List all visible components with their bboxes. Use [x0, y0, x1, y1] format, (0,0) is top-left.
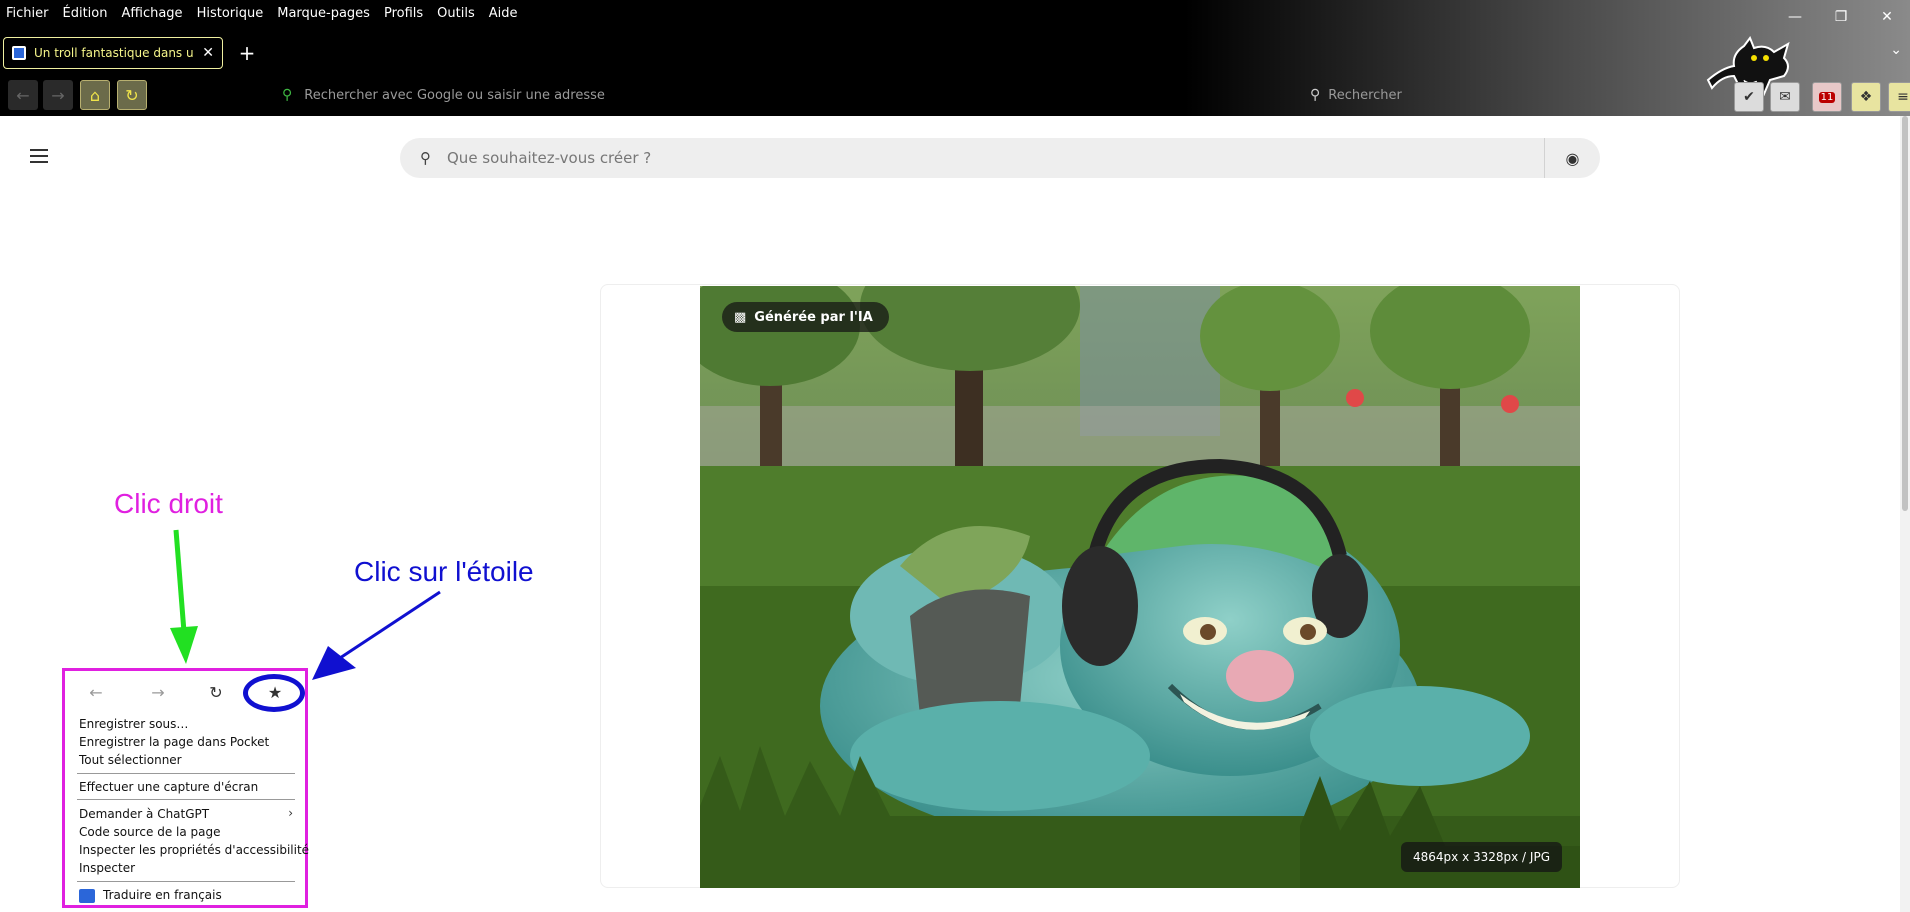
- forward-button[interactable]: →: [43, 80, 73, 110]
- extension-ublock-icon[interactable]: 11: [1812, 82, 1842, 112]
- browser-chrome: Fichier Édition Affichage Historique Mar…: [0, 0, 1910, 116]
- ctx-save-pocket[interactable]: Enregistrer la page dans Pocket: [79, 735, 269, 749]
- search-icon: ⚲: [1310, 87, 1321, 103]
- menu-outils[interactable]: Outils: [437, 6, 475, 21]
- minimize-button[interactable]: —: [1772, 0, 1818, 34]
- window-controls: — ❐ ✕: [1772, 0, 1910, 34]
- page-scrollbar[interactable]: [1900, 116, 1910, 912]
- page-search-placeholder: Que souhaitez-vous créer ?: [447, 149, 652, 167]
- ai-badge-label: Générée par l'IA: [754, 309, 873, 325]
- ai-generated-badge: ▩ Générée par l'IA: [722, 302, 889, 332]
- list-all-tabs-button[interactable]: ⌄: [1890, 42, 1902, 58]
- menu-marque-pages[interactable]: Marque-pages: [277, 6, 370, 21]
- ctx-select-all[interactable]: Tout sélectionner: [79, 753, 182, 767]
- star-highlight-ring: [243, 674, 305, 712]
- scrollbar-thumb[interactable]: [1902, 116, 1908, 511]
- extension-shield-icon[interactable]: ✔: [1734, 82, 1764, 112]
- ctx-back-icon[interactable]: ←: [85, 681, 107, 703]
- tab-close-icon[interactable]: ✕: [202, 45, 214, 61]
- search-icon: ⚲: [420, 149, 431, 167]
- tab-title: Un troll fantastique dans un en: [34, 46, 194, 60]
- camera-icon[interactable]: ◉: [1544, 138, 1600, 178]
- ctx-separator: [77, 773, 295, 774]
- menubar: Fichier Édition Affichage Historique Mar…: [0, 0, 518, 26]
- search-icon: ⚲: [282, 87, 293, 103]
- nav-bar: ← → ⌂ ↻ ⚲ Rechercher avec Google ou sais…: [0, 78, 1910, 114]
- ctx-inspect-accessibility[interactable]: Inspecter les propriétés d'accessibilité: [79, 843, 309, 857]
- chevron-right-icon: ›: [288, 806, 293, 820]
- menu-fichier[interactable]: Fichier: [6, 6, 49, 21]
- hamburger-icon[interactable]: [30, 149, 48, 163]
- app-menu-icon[interactable]: ≡: [1888, 82, 1910, 112]
- ai-sparkle-icon: ▩: [734, 309, 747, 325]
- menu-historique[interactable]: Historique: [197, 6, 264, 21]
- url-bar[interactable]: ⚲ Rechercher avec Google ou saisir une a…: [270, 80, 1300, 110]
- ctx-reload-icon[interactable]: ↻: [205, 681, 227, 703]
- ctx-view-source[interactable]: Code source de la page: [79, 825, 221, 839]
- ctx-separator: [77, 881, 295, 882]
- annotation-star-click: Clic sur l'étoile: [354, 556, 534, 587]
- page-search-input[interactable]: ⚲ Que souhaitez-vous créer ? ◉: [400, 138, 1600, 178]
- image-dimensions-badge: 4864px x 3328px / JPG: [1401, 842, 1562, 872]
- ctx-inspect[interactable]: Inspecter: [79, 861, 135, 875]
- extension-puzzle-icon[interactable]: ❖: [1851, 82, 1881, 112]
- reload-button[interactable]: ↻: [117, 80, 147, 110]
- new-tab-button[interactable]: +: [234, 40, 260, 66]
- search-bar[interactable]: ⚲ Rechercher: [1300, 80, 1700, 110]
- back-button[interactable]: ←: [8, 80, 38, 110]
- menu-affichage[interactable]: Affichage: [121, 6, 182, 21]
- favicon-icon: [12, 46, 26, 60]
- url-placeholder: Rechercher avec Google ou saisir une adr…: [304, 87, 605, 103]
- tab-active[interactable]: Un troll fantastique dans un en ✕: [3, 37, 223, 69]
- troll-illustration: [700, 286, 1580, 888]
- translate-icon: [79, 889, 95, 903]
- ctx-forward-icon[interactable]: →: [147, 681, 169, 703]
- extension-mail-icon[interactable]: ✉: [1770, 82, 1800, 112]
- ctx-translate[interactable]: Traduire en français: [103, 888, 222, 902]
- annotation-right-click: Clic droit: [114, 488, 223, 519]
- home-button[interactable]: ⌂: [80, 80, 110, 110]
- ctx-separator: [77, 799, 295, 800]
- search-placeholder: Rechercher: [1328, 87, 1402, 103]
- tab-bar: Un troll fantastique dans un en ✕ + ⌄: [0, 34, 1910, 72]
- menu-edition[interactable]: Édition: [63, 6, 108, 21]
- ublock-badge: 11: [1818, 91, 1836, 103]
- generated-troll-image[interactable]: ▩ Générée par l'IA 4864px x 3328px / JPG: [700, 286, 1580, 888]
- menu-aide[interactable]: Aide: [489, 6, 518, 21]
- context-menu: ← → ↻ ★ Enregistrer sous… Enregistrer la…: [62, 668, 309, 908]
- ctx-screenshot[interactable]: Effectuer une capture d'écran: [79, 780, 258, 794]
- close-window-button[interactable]: ✕: [1864, 0, 1910, 34]
- restore-button[interactable]: ❐: [1818, 0, 1864, 34]
- ctx-save-as[interactable]: Enregistrer sous…: [79, 717, 188, 731]
- ctx-ask-chatgpt[interactable]: Demander à ChatGPT: [79, 807, 209, 821]
- menu-profils[interactable]: Profils: [384, 6, 423, 21]
- context-nav-row: ← → ↻ ★: [65, 674, 305, 712]
